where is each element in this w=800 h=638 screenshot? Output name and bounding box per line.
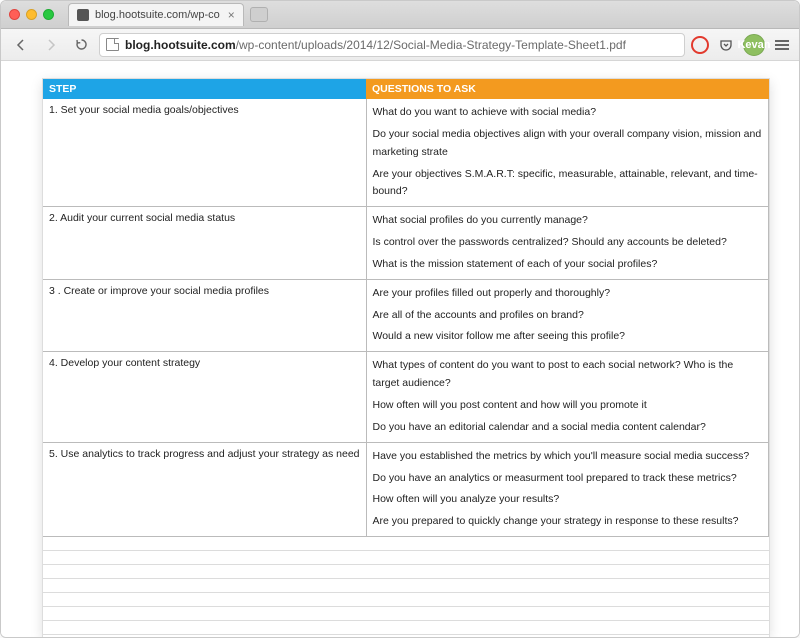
step-cell: 5. Use analytics to track progress and a…	[43, 442, 366, 536]
questions-cell: Are your profiles filled out properly an…	[366, 279, 769, 352]
step-cell: 1. Set your social media goals/objective…	[43, 99, 366, 207]
question-text: Do you have an analytics or measurment t…	[373, 468, 763, 490]
step-cell: 4. Develop your content strategy	[43, 352, 366, 442]
question-text: Are all of the accounts and profiles on …	[373, 305, 763, 327]
table-row	[43, 537, 769, 551]
window-controls	[9, 9, 54, 20]
table-row: 5. Use analytics to track progress and a…	[43, 442, 769, 536]
tab-title: blog.hootsuite.com/wp-co	[95, 9, 220, 21]
address-bar[interactable]: blog.hootsuite.com/wp-content/uploads/20…	[99, 33, 685, 57]
table-row	[43, 551, 769, 565]
table-row	[43, 621, 769, 635]
table-row	[43, 607, 769, 621]
table-row	[43, 579, 769, 593]
pocket-icon[interactable]	[717, 36, 735, 54]
question-text: Is control over the passwords centralize…	[373, 232, 763, 254]
reload-button[interactable]	[69, 34, 93, 56]
table-row	[43, 635, 769, 637]
question-text: What types of content do you want to pos…	[373, 355, 763, 395]
hamburger-icon	[775, 40, 789, 50]
url-path: /wp-content/uploads/2014/12/Social-Media…	[236, 38, 626, 52]
question-text: Would a new visitor follow me after seei…	[373, 326, 763, 348]
question-text: Have you established the metrics by whic…	[373, 446, 763, 468]
question-text: What do you want to achieve with social …	[373, 102, 763, 124]
back-button[interactable]	[9, 34, 33, 56]
menu-button[interactable]	[773, 36, 791, 54]
col-header-questions: QUESTIONS TO ASK	[366, 79, 769, 99]
question-text: Do your social media objectives align wi…	[373, 124, 763, 164]
questions-cell: Have you established the metrics by whic…	[366, 442, 769, 536]
opera-icon[interactable]	[691, 36, 709, 54]
avatar-label: Kevan	[737, 39, 770, 51]
question-text: Do you have an editorial calendar and a …	[373, 417, 763, 439]
questions-cell: What do you want to achieve with social …	[366, 99, 769, 207]
close-window-button[interactable]	[9, 9, 20, 20]
table-row: 4. Develop your content strategy What ty…	[43, 352, 769, 442]
toolbar: blog.hootsuite.com/wp-content/uploads/20…	[1, 29, 799, 61]
table-row: 2. Audit your current social media statu…	[43, 207, 769, 280]
browser-window: blog.hootsuite.com/wp-co × blog.hootsuit…	[0, 0, 800, 638]
page-icon	[106, 38, 119, 51]
maximize-window-button[interactable]	[43, 9, 54, 20]
browser-tab[interactable]: blog.hootsuite.com/wp-co ×	[68, 3, 244, 26]
step-cell: 3 . Create or improve your social media …	[43, 279, 366, 352]
question-text: Are your profiles filled out properly an…	[373, 283, 763, 305]
question-text: Are you prepared to quickly change your …	[373, 511, 763, 533]
close-tab-button[interactable]: ×	[228, 8, 235, 22]
minimize-window-button[interactable]	[26, 9, 37, 20]
table-row: 1. Set your social media goals/objective…	[43, 99, 769, 207]
tab-bar: blog.hootsuite.com/wp-co ×	[1, 1, 799, 29]
question-text: What social profiles do you currently ma…	[373, 210, 763, 232]
forward-button[interactable]	[39, 34, 63, 56]
strategy-table: STEP QUESTIONS TO ASK 1. Set your social…	[43, 79, 769, 637]
table-row: 3 . Create or improve your social media …	[43, 279, 769, 352]
favicon-icon	[77, 9, 89, 21]
question-text: What is the mission statement of each of…	[373, 254, 763, 276]
toolbar-right: Kevan	[691, 34, 791, 56]
question-text: Are your objectives S.M.A.R.T: specific,…	[373, 164, 763, 204]
questions-cell: What types of content do you want to pos…	[366, 352, 769, 442]
url-host: blog.hootsuite.com	[125, 38, 236, 52]
table-row	[43, 593, 769, 607]
table-header-row: STEP QUESTIONS TO ASK	[43, 79, 769, 99]
step-cell: 2. Audit your current social media statu…	[43, 207, 366, 280]
table-row	[43, 565, 769, 579]
questions-cell: What social profiles do you currently ma…	[366, 207, 769, 280]
question-text: How often will you analyze your results?	[373, 489, 763, 511]
new-tab-button[interactable]	[250, 7, 268, 22]
content-area: STEP QUESTIONS TO ASK 1. Set your social…	[1, 61, 799, 637]
profile-avatar[interactable]: Kevan	[743, 34, 765, 56]
question-text: How often will you post content and how …	[373, 395, 763, 417]
pdf-page: STEP QUESTIONS TO ASK 1. Set your social…	[43, 79, 769, 637]
col-header-step: STEP	[43, 79, 366, 99]
